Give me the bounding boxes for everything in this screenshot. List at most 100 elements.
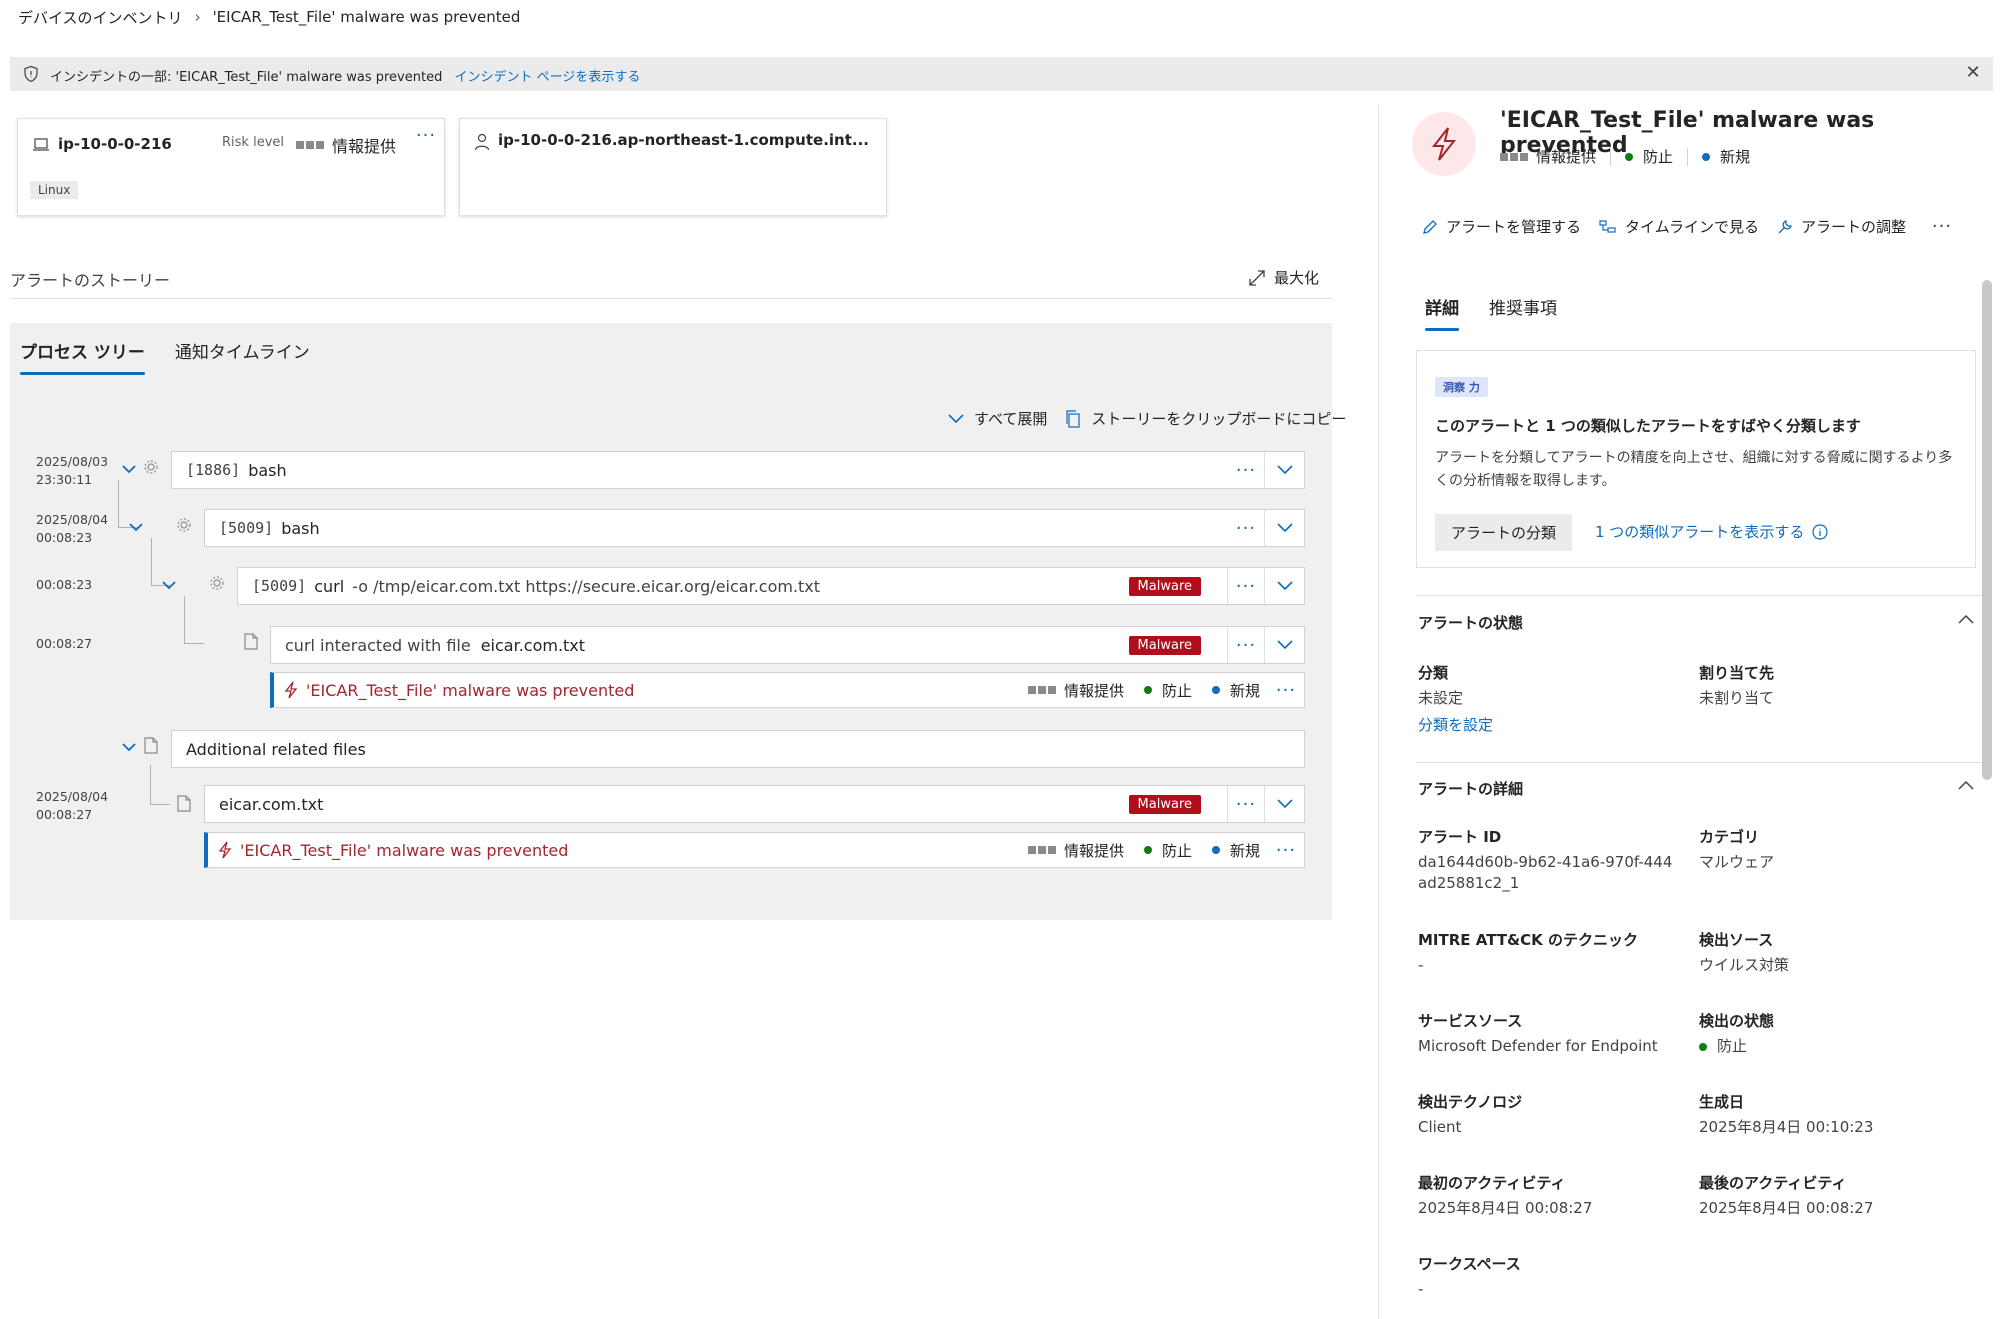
timeline-icon — [1599, 219, 1616, 233]
file-row[interactable]: eicar.com.txt Malware ··· — [204, 785, 1305, 823]
process-row[interactable]: [5009] bash ··· — [204, 509, 1305, 547]
file-name: eicar.com.txt — [480, 635, 586, 655]
close-icon[interactable]: ✕ — [1963, 63, 1983, 83]
insight-card: 洞察 力 このアラートと 1 つの類似したアラートをすばやく分類します アラート… — [1416, 350, 1976, 568]
set-classification-link[interactable]: 分類を設定 — [1418, 715, 1493, 736]
expand-row-button[interactable] — [1264, 627, 1304, 663]
last-activity-label: 最後のアクティビティ — [1699, 1174, 1847, 1192]
status-dot-icon — [1699, 1042, 1707, 1051]
expand-row-button[interactable] — [1264, 786, 1304, 822]
tune-alert-button[interactable]: アラートの調整 — [1777, 216, 1906, 237]
alert-row[interactable]: 'EICAR_Test_File' malware was prevented … — [270, 672, 1305, 708]
view-timeline-button[interactable]: タイムラインで見る — [1599, 216, 1759, 237]
panel-scrollbar[interactable] — [1982, 280, 1992, 780]
copy-story-label: ストーリーをクリップボードにコピー — [1091, 410, 1347, 428]
insight-body: アラートを分類してアラートの精度を向上させ、組織に対する脅威に関するより多くの分… — [1435, 450, 1953, 489]
state-dot-icon — [1702, 152, 1711, 161]
expand-row-button[interactable] — [1264, 568, 1304, 604]
state-dot-icon — [1211, 846, 1220, 854]
tab-process-tree[interactable]: プロセス ツリー — [20, 338, 145, 375]
user-host-card[interactable]: ip-10-0-0-216.ap-northeast-1.compute.int… — [459, 118, 887, 216]
device-hostname[interactable]: ip-10-0-0-216 — [58, 135, 172, 153]
tab-recommendations[interactable]: 推奨事項 — [1489, 294, 1557, 331]
similar-alerts-link[interactable]: 1 つの類似アラートを表示する — [1595, 521, 1828, 542]
classify-alert-button[interactable]: アラートの分類 — [1435, 514, 1573, 551]
shield-icon — [24, 65, 38, 83]
detection-tech-label: 検出テクノロジ — [1418, 1093, 1523, 1111]
malware-badge: Malware — [1128, 635, 1201, 655]
process-row[interactable]: [1886] bash ··· — [171, 451, 1305, 489]
category-value: マルウェア — [1699, 853, 1775, 871]
chevron-up-icon[interactable] — [1958, 780, 1974, 790]
more-actions-button[interactable]: ··· — [1924, 216, 1960, 237]
breadcrumb-current: 'EICAR_Test_File' malware was prevented — [212, 8, 521, 26]
file-icon — [244, 633, 258, 650]
tree-connector — [118, 480, 138, 528]
alert-row[interactable]: 'EICAR_Test_File' malware was prevented … — [204, 832, 1305, 868]
category-label: カテゴリ — [1699, 828, 1760, 846]
status-dot-icon — [1143, 686, 1152, 694]
maximize-label: 最大化 — [1274, 269, 1320, 287]
more-options-button[interactable]: ··· — [1268, 840, 1304, 861]
incident-page-link[interactable]: インシデント ページを表示する — [454, 70, 640, 85]
lightning-icon — [1431, 127, 1457, 161]
alert-severity: 情報提供 — [1063, 841, 1124, 860]
maximize-button[interactable]: 最大化 — [1248, 267, 1319, 288]
expand-row-button[interactable] — [1264, 452, 1304, 488]
host-fqdn[interactable]: ip-10-0-0-216.ap-northeast-1.compute.int… — [498, 131, 869, 149]
more-options-button[interactable]: ··· — [1228, 635, 1264, 656]
collapse-chevron-icon[interactable] — [162, 581, 176, 590]
process-id: [5009] — [252, 577, 307, 595]
alert-avatar — [1412, 112, 1476, 176]
os-tag: Linux — [30, 181, 79, 199]
generated-value: 2025年8月4日 00:10:23 — [1699, 1118, 1874, 1136]
alert-status: 防止 — [1643, 148, 1674, 166]
banner-text: インシデントの一部: 'EICAR_Test_File' malware was… — [50, 70, 443, 85]
tree-connector — [184, 596, 204, 644]
insight-heading: このアラートと 1 つの類似したアラートをすばやく分類します — [1435, 417, 1861, 435]
alert-meta: 情報提供 防止 新規 — [1500, 146, 1750, 167]
alert-id-value: da1644d60b-9b62-41a6-970f-444ad25881c2_1 — [1418, 853, 1673, 892]
more-options-button[interactable]: ··· — [408, 125, 444, 146]
risk-level-label: Risk level — [222, 135, 284, 150]
expand-all-button[interactable]: すべて展開 — [948, 408, 1047, 429]
alert-title[interactable]: 'EICAR_Test_File' malware was prevented — [306, 681, 634, 700]
breadcrumb-parent[interactable]: デバイスのインベントリ — [18, 7, 183, 28]
manage-alert-button[interactable]: アラートを管理する — [1422, 216, 1581, 237]
alert-state: 新規 — [1229, 841, 1260, 860]
divider — [1610, 147, 1612, 166]
mitre-label: MITRE ATT&CK のテクニック — [1418, 931, 1638, 949]
generated-label: 生成日 — [1699, 1093, 1745, 1111]
status-dot-icon — [1143, 846, 1152, 854]
process-row[interactable]: [5009] curl -o /tmp/eicar.com.txt https:… — [237, 567, 1305, 605]
more-options-button[interactable]: ··· — [1228, 576, 1264, 597]
mitre-value: - — [1418, 956, 1424, 974]
more-options-button[interactable]: ··· — [1268, 680, 1304, 701]
malware-badge: Malware — [1128, 576, 1201, 596]
pencil-icon — [1423, 219, 1437, 234]
device-card[interactable]: ip-10-0-0-216 Risk level 情報提供 ··· Linux — [17, 118, 445, 216]
file-event-row[interactable]: curl interacted with file eicar.com.txt … — [270, 626, 1305, 664]
timestamp-time: 00:08:27 — [36, 807, 93, 822]
more-options-button[interactable]: ··· — [1228, 794, 1264, 815]
related-files-label: Additional related files — [186, 739, 366, 759]
breadcrumb: デバイスのインベントリ › 'EICAR_Test_File' malware … — [18, 6, 520, 28]
tree-connector — [151, 538, 171, 586]
collapse-chevron-icon[interactable] — [122, 743, 136, 752]
tune-alert-label: アラートの調整 — [1800, 218, 1906, 236]
alert-title[interactable]: 'EICAR_Test_File' malware was prevented — [240, 841, 568, 860]
tab-details[interactable]: 詳細 — [1425, 294, 1459, 331]
collapse-chevron-icon[interactable] — [129, 523, 143, 532]
chevron-up-icon[interactable] — [1958, 614, 1974, 624]
collapse-chevron-icon[interactable] — [122, 465, 136, 474]
copy-story-button[interactable]: ストーリーをクリップボードにコピー — [1065, 408, 1346, 429]
more-options-button[interactable]: ··· — [1228, 518, 1264, 539]
expand-row-button[interactable] — [1264, 510, 1304, 546]
chevron-down-icon — [1276, 523, 1293, 533]
chevron-down-icon — [1276, 640, 1293, 650]
similar-alerts-label: 1 つの類似アラートを表示する — [1595, 523, 1805, 541]
more-options-button[interactable]: ··· — [1228, 460, 1264, 481]
tab-notification-timeline[interactable]: 通知タイムライン — [175, 338, 310, 375]
process-name: bash — [281, 518, 320, 538]
related-files-row[interactable]: Additional related files — [171, 730, 1305, 768]
